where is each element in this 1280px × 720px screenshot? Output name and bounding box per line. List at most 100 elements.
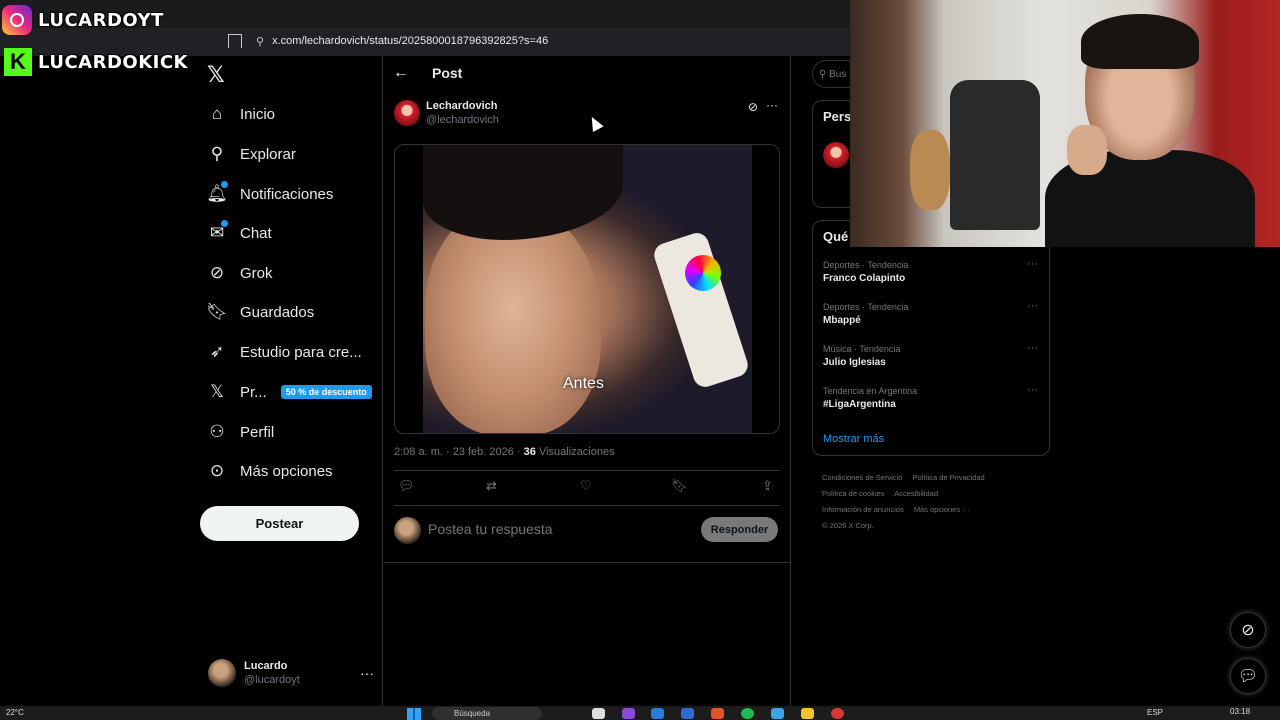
kick-overlay: K LUCARDOKICK [4, 48, 188, 76]
home-icon: ⌂ [211, 104, 223, 123]
weather-temp[interactable]: 22°C [6, 708, 24, 717]
nav-item-estudio[interactable]: ➶ Estudio para cre... [206, 337, 362, 367]
share-icon[interactable]: ⇪ [762, 478, 773, 494]
x-logo-icon[interactable]: 𝕏 [207, 62, 225, 88]
more-icon[interactable]: ··· [360, 665, 374, 681]
taskbar-app-icon[interactable] [831, 708, 844, 719]
grok-icon: ⊘ [209, 263, 225, 282]
reply-button[interactable]: Responder [701, 517, 778, 542]
address-bar[interactable]: ⚲ x.com/lechardovich/status/202580001879… [222, 30, 842, 52]
nav-item-perfil[interactable]: ⚇ Perfil [206, 417, 274, 447]
kick-name: LUCARDOKICK [38, 51, 188, 73]
windows-start-icon[interactable] [407, 708, 421, 720]
divider [394, 505, 780, 506]
avatar [394, 517, 421, 544]
author-handle[interactable]: @lechardovich [426, 114, 499, 126]
spotify-icon[interactable] [741, 708, 754, 719]
trend-item[interactable]: Deportes · Tendencia Franco Colapinto ··… [823, 258, 1038, 284]
suggested-avatar[interactable] [823, 142, 849, 168]
nav-label: Chat [240, 224, 272, 242]
author-avatar[interactable] [394, 100, 420, 126]
taskbar-app-icon[interactable] [622, 708, 635, 719]
more-icon[interactable]: ··· [1027, 258, 1038, 270]
instagram-icon [2, 5, 32, 35]
taskbar-search[interactable]: Búsqueda [432, 707, 542, 720]
post-actions: 💬︎ ⇄ ♡ 🔖︎ ⇪ [394, 478, 780, 498]
grok-floating-button[interactable]: ⊘ [1230, 612, 1266, 648]
nav-label: Estudio para cre... [240, 343, 362, 361]
nav-label: Grok [240, 264, 273, 282]
taskbar-app-icon[interactable] [651, 708, 664, 719]
chat-floating-button[interactable]: 💬︎ [1230, 658, 1266, 694]
trends-card [812, 220, 1050, 456]
bookmark-icon[interactable]: 🔖︎ [671, 478, 688, 494]
trend-item[interactable]: Deportes · Tendencia Mbappé ··· [823, 300, 1038, 326]
nav-item-grok[interactable]: ⊘ Grok [206, 258, 273, 288]
nav-item-notificaciones[interactable]: 🔔︎ Notificaciones [206, 179, 333, 209]
webcam-guitar [910, 130, 950, 210]
footer-link[interactable]: Condiciones de Servicio [822, 473, 902, 482]
show-more-link[interactable]: Mostrar más [823, 433, 884, 445]
search-placeholder: Bus [829, 68, 847, 80]
post-video[interactable]: Antes [394, 144, 780, 434]
trend-category: Tendencia en Argentina [823, 386, 918, 396]
taskbar-app-icon[interactable] [592, 708, 605, 719]
more-icon[interactable]: ··· [1027, 300, 1038, 312]
nav-item-guardados[interactable]: 🔖︎ Guardados [206, 297, 314, 327]
avatar [208, 659, 236, 687]
discount-badge: 50 % de descuento [280, 385, 372, 399]
views-count: 36 [523, 446, 536, 458]
post-time[interactable]: 2:08 a. m. [394, 446, 443, 458]
footer-link[interactable]: Información de anuncios [822, 505, 904, 514]
language-indicator[interactable]: ESP [1147, 708, 1163, 717]
trends-title: Qué [823, 229, 849, 244]
footer-link[interactable]: Política de Privacidad [913, 473, 985, 482]
search-input[interactable]: ⚲ Bus [812, 60, 852, 88]
account-handle: @lucardoyt [244, 674, 300, 686]
reply-icon[interactable]: 💬︎ [398, 478, 415, 494]
webcam-chair [950, 80, 1040, 230]
nav-item-explorar[interactable]: ⚲ Explorar [206, 139, 296, 169]
folder-icon[interactable] [801, 708, 814, 719]
nav-label: Explorar [240, 145, 296, 163]
repost-icon[interactable]: ⇄ [486, 478, 497, 494]
account-switcher[interactable]: Lucardo @lucardoyt ··· [208, 659, 374, 687]
grok-icon[interactable]: ⊘ [748, 100, 758, 114]
trend-item[interactable]: Tendencia en Argentina #LigaArgentina ··… [823, 384, 1038, 410]
bookmark-icon[interactable] [228, 34, 242, 48]
back-arrow-icon[interactable]: ← [393, 64, 409, 82]
more-icon[interactable]: ··· [766, 98, 778, 112]
nav-item-inicio[interactable]: ⌂ Inicio [206, 99, 275, 129]
trend-name: Mbappé [823, 315, 861, 326]
more-icon[interactable]: ··· [1027, 384, 1038, 396]
video-frame[interactable]: Antes [423, 145, 752, 433]
taskbar-app-icon[interactable] [771, 708, 784, 719]
like-icon[interactable]: ♡ [580, 478, 592, 494]
x-icon: 𝕏 [210, 382, 224, 401]
nav-item-chat[interactable]: ✉ Chat [206, 218, 272, 248]
webcam-hair [1081, 14, 1199, 69]
clock[interactable]: 03:18 [1230, 707, 1250, 716]
post-button[interactable]: Postear [200, 506, 359, 541]
copyright: © 2026 X Corp. [822, 521, 874, 530]
nav-item-mas-opciones[interactable]: ⊙ Más opciones [206, 456, 333, 486]
webcam-person [1045, 14, 1255, 247]
site-info-icon[interactable]: ⚲ [256, 35, 264, 48]
footer-link[interactable]: Política de cookies [822, 489, 885, 498]
post-date[interactable]: 23 feb. 2026 [453, 446, 514, 458]
trend-item[interactable]: Música · Tendencia Julio Iglesias ··· [823, 342, 1038, 368]
nav-label: Perfil [240, 423, 275, 441]
reply-input[interactable] [428, 521, 688, 537]
footer-link[interactable]: Accesibilidad [894, 489, 938, 498]
taskbar-app-icon[interactable] [681, 708, 694, 719]
nav-item-premium[interactable]: 𝕏 Pr... 50 % de descuento [206, 377, 372, 407]
more-icon[interactable]: ··· [1027, 342, 1038, 354]
video-hair [423, 145, 623, 240]
footer-link[interactable]: Más opciones ··· [914, 505, 970, 514]
trend-name: Julio Iglesias [823, 357, 886, 368]
grok-icon: ⊘ [1241, 622, 1255, 639]
sidebar-footer: Condiciones de Servicio Política de Priv… [822, 470, 1012, 534]
url-text[interactable]: x.com/lechardovich/status/20258000187963… [272, 35, 548, 47]
taskbar-app-icon[interactable] [711, 708, 724, 719]
author-name[interactable]: Lechardovich [426, 100, 498, 112]
